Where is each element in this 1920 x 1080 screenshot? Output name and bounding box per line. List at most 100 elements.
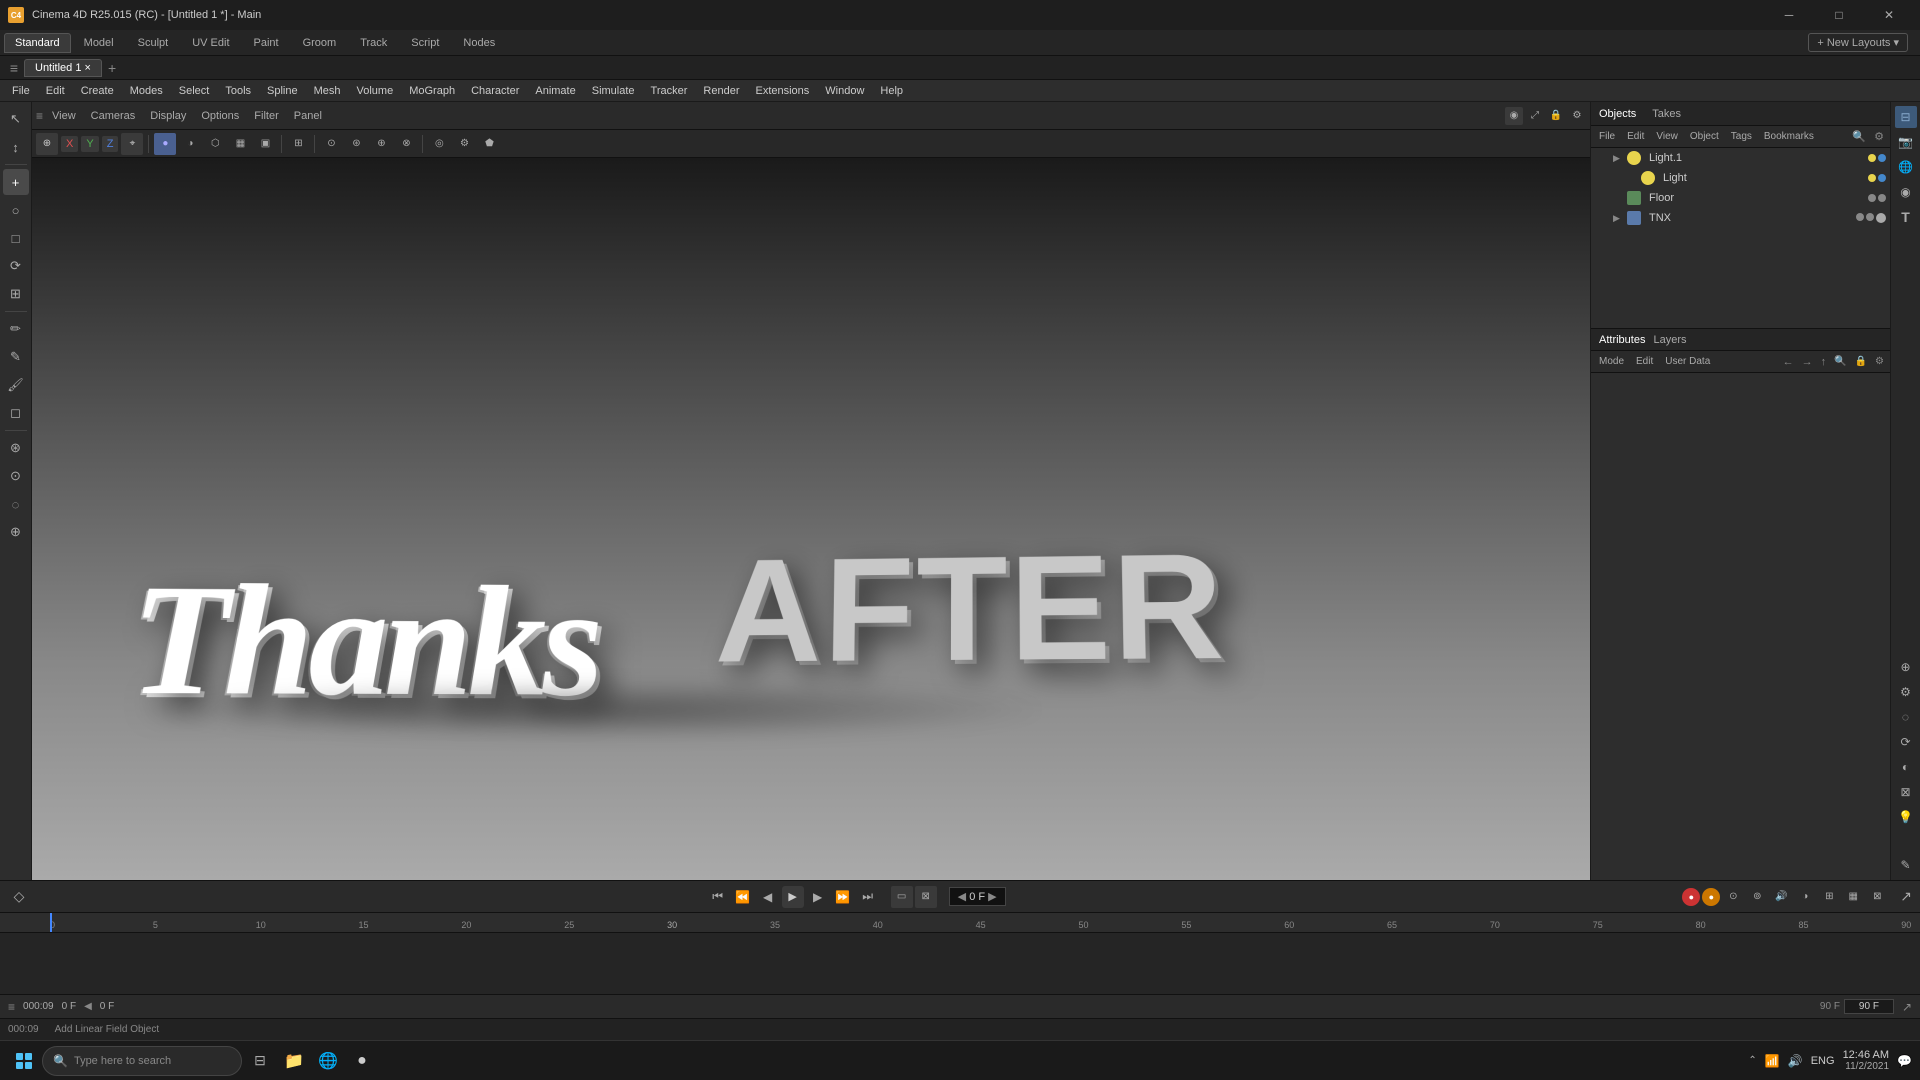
loop-mode-btn[interactable]: ▭: [891, 886, 913, 908]
ri-spline-icon[interactable]: ◐: [1895, 756, 1917, 778]
ri-text-icon[interactable]: T: [1895, 206, 1917, 228]
ri-coord-icon[interactable]: ⊕: [1895, 656, 1917, 678]
sound-btn[interactable]: 🔊: [1770, 886, 1792, 908]
add-scene-button[interactable]: ≡: [4, 58, 24, 78]
menu-file[interactable]: File: [4, 83, 38, 99]
end-frame-field[interactable]: 90 F: [1844, 999, 1894, 1014]
menu-window[interactable]: Window: [817, 83, 872, 99]
attr-tab-attributes[interactable]: Attributes: [1599, 334, 1645, 346]
vis-dot-5[interactable]: [1868, 194, 1876, 202]
ri-render-icon[interactable]: ◉: [1895, 181, 1917, 203]
ri-snap-icon[interactable]: ⚙: [1895, 681, 1917, 703]
menu-modes[interactable]: Modes: [122, 83, 171, 99]
notification-icon[interactable]: 💬: [1897, 1054, 1912, 1068]
tool-scale[interactable]: ⊞: [3, 281, 29, 307]
render-to-po-icon[interactable]: ⚙: [453, 133, 475, 155]
obj-item-floor[interactable]: Floor: [1591, 188, 1890, 208]
tool-grab[interactable]: ⊕: [3, 519, 29, 545]
settings-icon[interactable]: ⚙: [1568, 107, 1586, 125]
mode-move[interactable]: ⊕: [36, 133, 58, 155]
tab-objects[interactable]: Objects: [1599, 108, 1636, 120]
viewport-canvas[interactable]: Thanks AFTER: [32, 158, 1590, 880]
frame-nav-left[interactable]: ◀: [84, 1001, 92, 1012]
mode-x[interactable]: X: [61, 136, 78, 152]
tl-end-icon[interactable]: ↗: [1900, 888, 1912, 905]
scene-tab-untitled[interactable]: Untitled 1 ×: [24, 59, 102, 77]
fps-btn[interactable]: ◑: [1794, 886, 1816, 908]
attr-search-icon[interactable]: 🔍: [1832, 356, 1848, 367]
motion-clip-btn[interactable]: ⊙: [1722, 886, 1744, 908]
to-start-button[interactable]: ⏮: [707, 886, 729, 908]
menu-simulate[interactable]: Simulate: [584, 83, 643, 99]
obj-toolbar-file[interactable]: File: [1595, 130, 1619, 143]
transform-mode-3[interactable]: ⊕: [370, 133, 392, 155]
vis-dot-4[interactable]: [1878, 174, 1886, 182]
tool-smooth[interactable]: ◌: [3, 491, 29, 517]
render-mode-5[interactable]: ▣: [254, 133, 276, 155]
tool-rotate[interactable]: ⟳: [3, 253, 29, 279]
vis-dot-2[interactable]: [1878, 154, 1886, 162]
new-layout-button[interactable]: + New Layouts ▾: [1808, 33, 1908, 52]
render-mode-4[interactable]: ▦: [229, 133, 251, 155]
transform-mode-2[interactable]: ⊛: [345, 133, 367, 155]
attr-up-icon[interactable]: ↑: [1819, 356, 1829, 368]
next-key-button[interactable]: ⏩: [832, 886, 854, 908]
tl-extra-btn3[interactable]: ⊠: [1866, 886, 1888, 908]
add-scene-tab[interactable]: +: [102, 58, 122, 78]
tl-extra-btn2[interactable]: ▦: [1842, 886, 1864, 908]
vt-cameras[interactable]: Cameras: [85, 108, 142, 124]
tool-paint[interactable]: 🖌: [3, 372, 29, 398]
rec-all-btn[interactable]: ●: [1682, 888, 1700, 906]
tray-icons[interactable]: ⌃: [1748, 1055, 1756, 1066]
file-explorer-btn[interactable]: 📁: [278, 1045, 310, 1077]
grid-icon[interactable]: ⊞: [287, 133, 309, 155]
obj-settings-icon[interactable]: ⚙: [1872, 130, 1886, 143]
render-icon[interactable]: ◉: [1505, 107, 1523, 125]
menu-spline[interactable]: Spline: [259, 83, 306, 99]
record-btn[interactable]: ⊠: [915, 886, 937, 908]
playhead[interactable]: [50, 913, 52, 932]
attr-forward-icon[interactable]: →: [1800, 356, 1815, 368]
menu-create[interactable]: Create: [73, 83, 122, 99]
search-bar[interactable]: 🔍 Type here to search: [42, 1046, 242, 1076]
expand-icon[interactable]: ⤢: [1526, 107, 1544, 125]
tool-magnet[interactable]: ⊛: [3, 435, 29, 461]
next-frame-button[interactable]: ▶: [807, 886, 829, 908]
tl-expand-icon[interactable]: ↗: [1902, 1000, 1912, 1014]
task-view-btn[interactable]: ⊟: [244, 1045, 276, 1077]
tl-keyframe-icon[interactable]: ◇: [8, 886, 30, 908]
menu-edit[interactable]: Edit: [38, 83, 73, 99]
minimize-button[interactable]: ─: [1766, 0, 1812, 30]
obj-toolbar-edit[interactable]: Edit: [1623, 130, 1648, 143]
attr-lock-icon[interactable]: 🔒: [1853, 356, 1869, 367]
obj-item-light[interactable]: Light: [1591, 168, 1890, 188]
obj-toolbar-view[interactable]: View: [1652, 130, 1682, 143]
menu-help[interactable]: Help: [872, 83, 911, 99]
tl-menu-icon[interactable]: ≡: [8, 1000, 15, 1014]
menu-extensions[interactable]: Extensions: [747, 83, 817, 99]
obj-search-icon[interactable]: 🔍: [1850, 130, 1868, 143]
render-mode-3[interactable]: ⬡: [204, 133, 226, 155]
layout-tab-groom[interactable]: Groom: [292, 33, 348, 53]
layout-tab-nodes[interactable]: Nodes: [452, 33, 506, 53]
render-mode-1[interactable]: ●: [154, 133, 176, 155]
layout-tab-model[interactable]: Model: [73, 33, 125, 53]
close-button[interactable]: ✕: [1866, 0, 1912, 30]
playback-btn[interactable]: ⊚: [1746, 886, 1768, 908]
tool-erase[interactable]: ◻: [3, 400, 29, 426]
ri-camera-icon[interactable]: 📷: [1895, 131, 1917, 153]
obj-item-tnx[interactable]: ▶ TNX: [1591, 208, 1890, 228]
vis-dot-7[interactable]: [1856, 213, 1864, 221]
vt-panel[interactable]: Panel: [288, 108, 328, 124]
menu-render[interactable]: Render: [695, 83, 747, 99]
layout-tab-script[interactable]: Script: [400, 33, 450, 53]
network-icon[interactable]: 📶: [1765, 1054, 1780, 1068]
render-mode-2[interactable]: ◑: [179, 133, 201, 155]
menu-tracker[interactable]: Tracker: [643, 83, 696, 99]
obj-toolbar-tags[interactable]: Tags: [1727, 130, 1756, 143]
start-button[interactable]: [8, 1045, 40, 1077]
frame-arrow-left[interactable]: ◀: [958, 891, 966, 903]
chrome-btn[interactable]: ●: [346, 1045, 378, 1077]
tool-add[interactable]: +: [3, 169, 29, 195]
attr-back-icon[interactable]: ←: [1781, 356, 1796, 368]
